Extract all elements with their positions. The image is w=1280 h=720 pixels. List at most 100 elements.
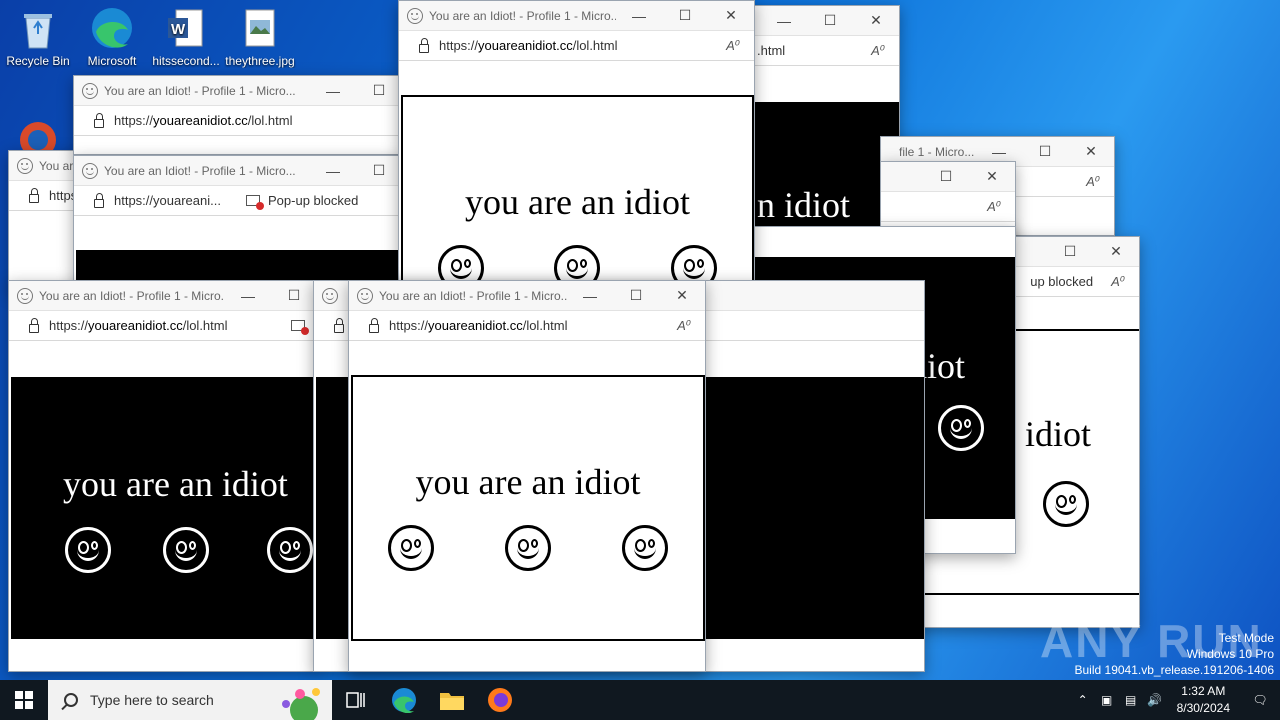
taskbar-firefox[interactable] bbox=[476, 680, 524, 720]
taskbar-search-box[interactable]: Type here to search bbox=[48, 680, 332, 720]
smiley-icon bbox=[938, 405, 985, 451]
maximize-button[interactable]: ☐ bbox=[1022, 143, 1068, 160]
read-aloud-icon[interactable]: A⁰ bbox=[726, 38, 740, 54]
read-aloud-icon[interactable]: A⁰ bbox=[987, 199, 1001, 215]
popup-window[interactable]: You are an Idiot! - Profile 1 - Micro...… bbox=[73, 75, 403, 155]
lock-icon bbox=[369, 318, 379, 333]
address-bar[interactable]: A⁰ bbox=[881, 192, 1015, 222]
page-favicon bbox=[357, 287, 373, 304]
page-favicon bbox=[17, 287, 33, 304]
close-button[interactable]: ✕ bbox=[969, 168, 1015, 185]
desktop-icon-label: Recycle Bin bbox=[6, 54, 70, 68]
minimize-button[interactable]: — bbox=[310, 163, 356, 179]
minimize-button[interactable]: — bbox=[761, 13, 807, 29]
desktop-icon-recycle-bin[interactable]: Recycle Bin bbox=[0, 0, 76, 68]
window-titlebar[interactable]: ☐ ✕ bbox=[881, 162, 1015, 192]
maximize-button[interactable]: ☐ bbox=[662, 7, 708, 24]
minimize-button[interactable]: — bbox=[567, 288, 613, 304]
maximize-button[interactable]: ☐ bbox=[356, 82, 402, 99]
minimize-button[interactable]: — bbox=[976, 144, 1022, 160]
popup-window[interactable]: You are an Idiot! - Profile 1 - Micro...… bbox=[73, 155, 403, 295]
minimize-button[interactable]: — bbox=[225, 288, 271, 304]
clock[interactable]: 1:32 AM 8/30/2024 bbox=[1177, 683, 1230, 717]
read-aloud-icon[interactable]: A⁰ bbox=[677, 318, 691, 334]
popup-blocked-icon bbox=[291, 320, 309, 335]
word-document-icon: W bbox=[164, 6, 208, 50]
page-favicon bbox=[17, 157, 33, 174]
window-titlebar[interactable]: You are an Idiot! - Profile 1 - Micro...… bbox=[349, 281, 705, 311]
page-canvas: you are an idiot bbox=[351, 375, 705, 641]
taskbar-edge[interactable] bbox=[380, 680, 428, 720]
window-titlebar[interactable]: — ☐ ✕ bbox=[741, 6, 899, 36]
url-text[interactable]: https://youareani... bbox=[114, 193, 246, 208]
close-button[interactable]: ✕ bbox=[1068, 143, 1114, 160]
url-text[interactable]: https://youareanidiot.cc/lol.html bbox=[114, 113, 402, 128]
popup-window[interactable]: You are an Idiot! - Profile 1 - Micro...… bbox=[8, 280, 318, 672]
url-text[interactable]: .html bbox=[741, 43, 871, 58]
minimize-button[interactable]: — bbox=[310, 83, 356, 99]
read-aloud-icon[interactable]: A⁰ bbox=[871, 43, 885, 59]
close-button[interactable]: ✕ bbox=[659, 287, 705, 304]
url-text[interactable]: https://youareanidiot.cc/lol.html bbox=[389, 318, 677, 333]
close-button[interactable]: ✕ bbox=[708, 7, 754, 24]
maximize-button[interactable]: ☐ bbox=[807, 12, 853, 29]
page-favicon bbox=[407, 7, 423, 24]
url-text[interactable]: https://youareanidiot.cc/lol.html bbox=[439, 38, 726, 53]
volume-icon[interactable]: 🔊 bbox=[1143, 680, 1167, 720]
lock-icon bbox=[94, 193, 104, 208]
desktop-icon-label: hitssecond... bbox=[152, 54, 220, 68]
url-text[interactable]: https://youareanidiot.cc/lol.html bbox=[49, 318, 291, 333]
address-bar[interactable]: https://youareanidiot.cc/lol.html A⁰ bbox=[349, 311, 705, 341]
lock-icon bbox=[94, 113, 104, 128]
maximize-button[interactable]: ☐ bbox=[1047, 243, 1093, 260]
task-view-button[interactable] bbox=[332, 680, 380, 720]
smiley-icon bbox=[65, 527, 111, 573]
address-bar[interactable]: https://youareanidiot.cc/lol.html bbox=[9, 311, 317, 341]
taskbar-file-explorer[interactable] bbox=[428, 680, 476, 720]
lock-icon bbox=[29, 188, 39, 203]
system-tray: ⌃ ▣ ▤ 🔊 1:32 AM 8/30/2024 🗨 bbox=[1071, 680, 1280, 720]
tray-app-icon[interactable]: ▣ bbox=[1095, 680, 1119, 720]
popup-blocked-indicator[interactable]: Pop-up blocked bbox=[246, 193, 358, 210]
popup-window[interactable]: You are an Idiot! - Profile 1 - Micro...… bbox=[348, 280, 706, 672]
address-bar[interactable]: https://youareanidiot.cc/lol.html A⁰ bbox=[399, 31, 754, 61]
windows-logo-icon bbox=[15, 691, 33, 709]
desktop-icon-word-doc[interactable]: W hitssecond... bbox=[148, 0, 224, 68]
window-titlebar[interactable]: You are an Idiot! - Profile 1 - Micro...… bbox=[74, 76, 402, 106]
smiley-icon bbox=[267, 527, 313, 573]
desktop-icon-microsoft-edge[interactable]: Microsoft bbox=[74, 0, 150, 68]
clock-date: 8/30/2024 bbox=[1176, 701, 1230, 715]
search-placeholder: Type here to search bbox=[90, 692, 214, 708]
maximize-button[interactable]: ☐ bbox=[613, 287, 659, 304]
window-titlebar[interactable]: You are an Idiot! - Profile 1 - Micro...… bbox=[9, 281, 317, 311]
window-title: You are an Idiot! - Profile 1 - Micro... bbox=[429, 8, 616, 23]
popup-blocked-indicator[interactable] bbox=[291, 320, 313, 335]
maximize-button[interactable]: ☐ bbox=[271, 287, 317, 304]
notification-icon[interactable]: 🗨 bbox=[1240, 680, 1280, 720]
close-button[interactable]: ✕ bbox=[853, 12, 899, 29]
address-bar[interactable]: .html A⁰ bbox=[741, 36, 899, 66]
taskbar: Type here to search ⌃ ▣ ▤ 🔊 1:32 AM 8/30… bbox=[0, 680, 1280, 720]
window-titlebar[interactable]: You are an Idiot! - Profile 1 - Micro...… bbox=[399, 1, 754, 31]
idiot-message: you are an idiot bbox=[63, 464, 288, 504]
idiot-message: you are an idiot bbox=[415, 462, 641, 502]
read-aloud-icon[interactable]: A⁰ bbox=[1086, 174, 1100, 190]
tray-chevron-icon[interactable]: ⌃ bbox=[1071, 680, 1095, 720]
close-button[interactable]: ✕ bbox=[1093, 243, 1139, 260]
address-bar[interactable]: https://youareanidiot.cc/lol.html bbox=[74, 106, 402, 136]
lock-icon bbox=[419, 38, 429, 53]
window-titlebar[interactable]: You are an Idiot! - Profile 1 - Micro...… bbox=[74, 156, 402, 186]
network-icon[interactable]: ▤ bbox=[1119, 680, 1143, 720]
popup-blocked-indicator[interactable]: up blocked bbox=[1030, 274, 1093, 289]
address-bar[interactable]: https://youareani... Pop-up blocked bbox=[74, 186, 402, 216]
maximize-button[interactable]: ☐ bbox=[356, 162, 402, 179]
read-aloud-icon[interactable]: A⁰ bbox=[1111, 274, 1125, 290]
maximize-button[interactable]: ☐ bbox=[923, 168, 969, 185]
minimize-button[interactable]: — bbox=[616, 8, 662, 24]
lock-icon bbox=[29, 318, 39, 333]
page-favicon bbox=[82, 82, 98, 99]
idiot-message: you are an idiot bbox=[465, 182, 690, 222]
desktop-icon-jpg[interactable]: theythree.jpg bbox=[222, 0, 298, 68]
start-button[interactable] bbox=[0, 680, 48, 720]
window-title: You are an Idiot! - Profile 1 - Micro... bbox=[379, 288, 567, 303]
